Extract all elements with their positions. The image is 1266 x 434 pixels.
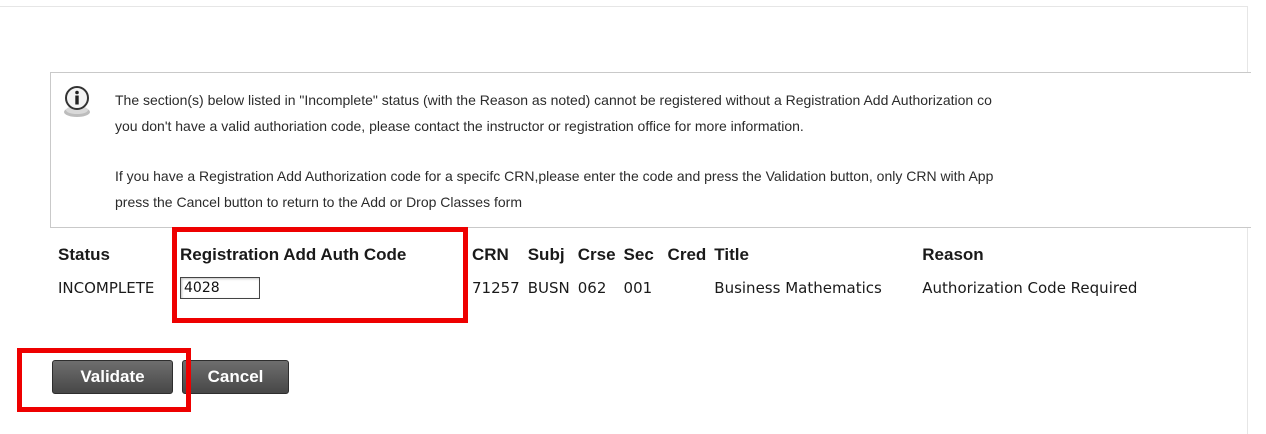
cell-subj: BUSN	[527, 279, 570, 297]
info-line-1: The section(s) below listed in "Incomple…	[115, 92, 992, 108]
top-divider	[0, 6, 1248, 7]
header-subj: Subj	[527, 245, 565, 264]
header-cred: Cred	[667, 245, 707, 264]
cell-status: INCOMPLETE	[54, 272, 176, 304]
cell-crse: 062	[577, 279, 607, 297]
info-line-4: press the Cancel button to return to the…	[115, 194, 522, 210]
header-crse: Crse	[577, 245, 616, 264]
info-text: The section(s) below listed in "Incomple…	[115, 87, 1251, 215]
table-row: INCOMPLETE 71257 BUSN 062 001 Business M…	[54, 272, 1226, 304]
cancel-button[interactable]: Cancel	[182, 360, 289, 394]
header-reason: Reason	[922, 245, 984, 264]
info-line-2: you don't have a valid authoriation code…	[115, 118, 804, 134]
status-value: INCOMPLETE	[58, 279, 155, 297]
cell-auth-code	[176, 272, 468, 304]
cell-sec: 001	[623, 279, 653, 297]
table-header-row: Status Registration Add Auth Code CRN Su…	[54, 238, 1226, 272]
info-line-3: If you have a Registration Add Authoriza…	[115, 168, 994, 184]
cell-cred	[664, 272, 711, 304]
cell-reason: Authorization Code Required	[922, 279, 1138, 297]
validate-button[interactable]: Validate	[52, 360, 173, 394]
cell-title: Business Mathematics	[714, 279, 882, 297]
header-sec: Sec	[623, 245, 654, 264]
sections-table: Status Registration Add Auth Code CRN Su…	[54, 238, 1226, 304]
cell-crn: 71257	[472, 279, 520, 297]
header-crn: CRN	[472, 245, 509, 264]
header-auth-code: Registration Add Auth Code	[180, 245, 407, 264]
header-title: Title	[714, 245, 749, 264]
info-message-box: The section(s) below listed in "Incomple…	[50, 72, 1251, 228]
info-icon	[61, 85, 95, 119]
auth-code-input[interactable]	[180, 277, 260, 299]
header-status: Status	[58, 245, 110, 264]
